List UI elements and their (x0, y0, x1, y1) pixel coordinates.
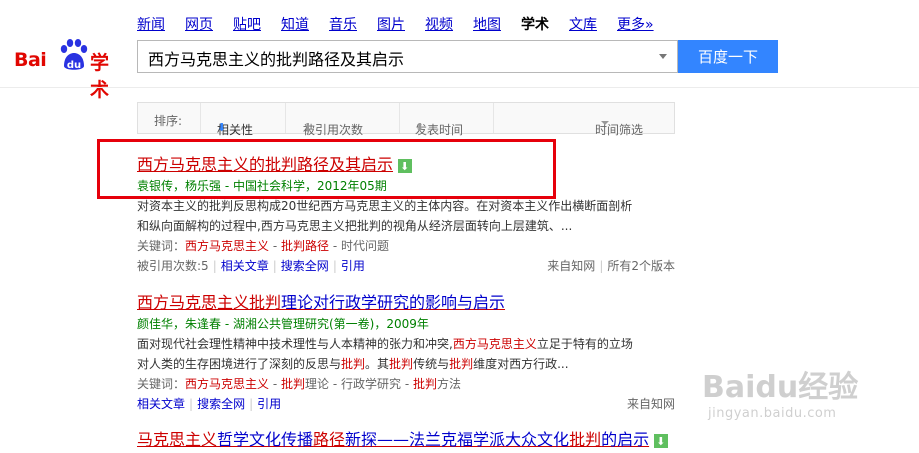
search-all-link[interactable]: 搜索全网 (197, 397, 245, 411)
related-link[interactable]: 相关文章 (137, 397, 185, 411)
source-link[interactable]: 来自知网 (547, 259, 595, 273)
down-arrow-icon: ⬇ (303, 121, 313, 134)
result-actions: 被引用次数:5 | 相关文章 | 搜索全网 | 引用 来自知网 | 所有2个版本 (137, 256, 697, 276)
result-title[interactable]: 马克思主义哲学文化传播路径新探——法兰克福学派大众文化批判的启示 (137, 429, 737, 453)
search-all-link[interactable]: 搜索全网 (281, 259, 329, 273)
download-icon[interactable] (654, 431, 669, 453)
result-item: 西方马克思主义批判理论对行政学研究的影响与启示 颜佳华，朱逢春 - 湖湘公共管理… (137, 292, 697, 414)
header-divider (0, 87, 919, 88)
keyword-link[interactable]: 批判路径 (281, 239, 329, 253)
nav-images[interactable]: 图片 (377, 14, 405, 34)
down-arrow-icon: ⬇ (415, 121, 425, 134)
keyword-link[interactable]: 行政学研究 (341, 377, 401, 391)
watermark-url: jingyan.baidu.com (708, 406, 837, 421)
related-link[interactable]: 相关文章 (221, 259, 269, 273)
search-box (137, 40, 678, 73)
nav-map[interactable]: 地图 (473, 14, 501, 34)
logo-xueshu: 学术 (90, 52, 110, 101)
versions-link[interactable]: 所有2个版本 (607, 259, 675, 273)
keyword-link[interactable]: 时代问题 (341, 239, 389, 253)
keywords-label: 关键词： (137, 377, 186, 391)
sort-divider (200, 103, 201, 133)
abstract-line: 对资本主义的批判反思构成20世纪西方马克思主义的主体内容。在对资本主义作出横断面… (137, 199, 633, 213)
cited-count[interactable]: 被引用次数:5 (137, 259, 209, 273)
keyword-link[interactable]: 西方马克思主义 (185, 377, 269, 391)
result-abstract: 面对现代社会理性精神中技术理性与人本精神的张力和冲突,西方马克思主义立足于特有的… (137, 334, 697, 374)
nav-music[interactable]: 音乐 (329, 14, 357, 34)
dropdown-arrow-icon[interactable] (659, 54, 667, 59)
search-input[interactable] (146, 42, 650, 73)
paw-icon: du (60, 39, 88, 71)
cite-link[interactable]: 引用 (257, 397, 281, 411)
nav-web[interactable]: 网页 (185, 14, 213, 34)
keyword-link[interactable]: 西方马克思主义 (185, 239, 269, 253)
nav-wenku[interactable]: 文库 (569, 14, 597, 34)
annotation-highlight-box (97, 139, 556, 199)
top-nav: 新闻 网页 贴吧 知道 音乐 图片 视频 地图 学术 文库 更多» (137, 14, 654, 34)
keyword-link[interactable]: 批判理论 (281, 377, 329, 391)
keyword-link[interactable]: 批判方法 (413, 377, 461, 391)
abstract-line: 对人类的生存困境进行了深刻的反思与批判。其批判传统与批判维度对西方行政... (137, 357, 569, 371)
source-link[interactable]: 来自知网 (627, 394, 675, 414)
result-item: 马克思主义哲学文化传播路径新探——法兰克福学派大众文化批判的启示 (137, 429, 737, 453)
search-button[interactable]: 百度一下 (678, 40, 778, 73)
nav-more[interactable]: 更多» (617, 14, 654, 34)
sort-bar: 排序: 相关性 ⬇ 被引用次数 ⬇ 发表时间 ⬇ 时间筛选 (137, 102, 675, 137)
sort-divider (285, 103, 286, 133)
nav-video[interactable]: 视频 (425, 14, 453, 34)
baidu-xueshu-logo[interactable]: Bai du 学术 (14, 38, 124, 101)
nav-tieba[interactable]: 贴吧 (233, 14, 261, 34)
result-abstract: 对资本主义的批判反思构成20世纪西方马克思主义的主体内容。在对资本主义作出横断面… (137, 196, 697, 236)
watermark-text: Baidu经验 (702, 370, 859, 405)
result-actions: 相关文章 | 搜索全网 | 引用 来自知网 (137, 394, 697, 414)
nav-xueshu[interactable]: 学术 (521, 14, 549, 34)
abstract-line: 和纵向面解构的过程中,西方马克思主义把批判的视角从经济层面转向上层建筑、... (137, 219, 573, 233)
result-keywords: 关键词：西方马克思主义 - 批判路径 - 时代问题 (137, 239, 389, 253)
result-keywords: 关键词：西方马克思主义 - 批判理论 - 行政学研究 - 批判方法 (137, 377, 462, 391)
keywords-label: 关键词： (137, 239, 186, 253)
logo-bai: Bai (14, 49, 47, 71)
abstract-line: 面对现代社会理性精神中技术理性与人本精神的张力和冲突,西方马克思主义立足于特有的… (137, 337, 633, 351)
down-arrow-icon: ⬇ (217, 121, 227, 134)
baidu-jingyan-watermark: Baidu经验 jingyan.baidu.com (702, 362, 892, 432)
logo-du: du (67, 60, 81, 71)
result-meta: 颜佳华，朱逢春 - 湖湘公共管理研究(第一卷)，2009年 (137, 317, 429, 331)
sort-label: 排序: (154, 114, 183, 128)
result-source: 来自知网 | 所有2个版本 (547, 259, 675, 273)
nav-zhidao[interactable]: 知道 (281, 14, 309, 34)
sort-divider (399, 103, 400, 133)
sort-divider (493, 103, 494, 133)
nav-news[interactable]: 新闻 (137, 14, 165, 34)
cite-link[interactable]: 引用 (341, 259, 365, 273)
result-title[interactable]: 西方马克思主义批判理论对行政学研究的影响与启示 (137, 292, 697, 314)
chevron-down-icon (601, 121, 609, 125)
